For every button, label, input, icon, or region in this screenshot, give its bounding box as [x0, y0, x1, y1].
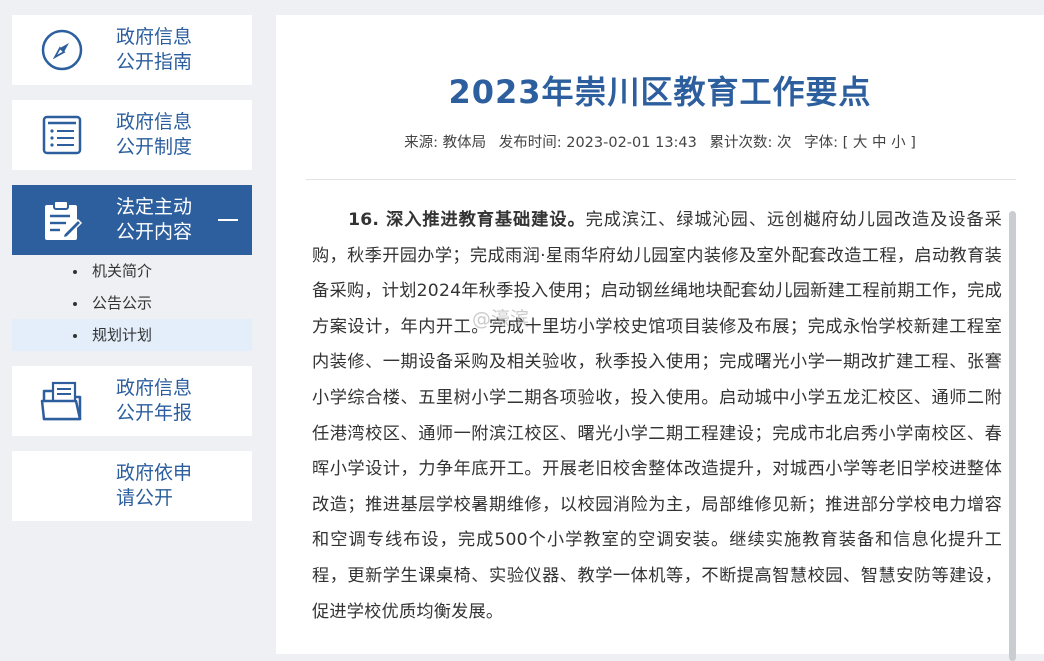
publish-time: 2023-02-01 13:43 — [566, 135, 697, 151]
sidebar-item-annual-report[interactable]: 政府信息 公开年报 — [12, 366, 252, 436]
sidebar-subitem-notices[interactable]: 公告公示 — [12, 287, 252, 319]
font-size-label: 字体: — [804, 135, 838, 151]
collapse-icon[interactable] — [218, 219, 238, 221]
page-title: 2023年崇川区教育工作要点 — [448, 73, 872, 111]
sidebar-item-guide[interactable]: 政府信息 公开指南 — [12, 15, 252, 85]
section-heading: 16. 深入推进教育基础建设。 — [348, 210, 586, 230]
font-size-switcher[interactable]: [ 大 中 小 ] — [843, 135, 916, 151]
clipboard-edit-icon — [40, 198, 84, 242]
sidebar-item-system[interactable]: 政府信息 公开制度 — [12, 100, 252, 170]
sidebar-item-label: 政府信息 公开年报 — [116, 377, 193, 424]
source-label: 来源: — [404, 135, 438, 151]
sidebar-subitem-plans[interactable]: 规划计划 — [12, 319, 252, 351]
article-meta: 来源: 教体局 发布时间: 2023-02-01 13:43 累计次数: 次 字… — [276, 131, 1044, 152]
sidebar-item-label: 政府信息 公开指南 — [116, 26, 193, 73]
sidebar-item-label: 法定主动 公开内容 — [116, 196, 193, 243]
article-body: 16. 深入推进教育基础建设。完成滨江、绿城沁园、远创樾府幼儿园改造及设备采购，… — [312, 203, 1002, 630]
scrollbar[interactable] — [1009, 211, 1016, 661]
sidebar-item-label: 政府依申 请公开 — [116, 462, 193, 509]
folder-document-icon — [40, 379, 84, 423]
publish-label: 发布时间: — [498, 135, 562, 151]
views-unit: 次 — [777, 135, 792, 151]
list-document-icon — [40, 113, 84, 157]
divider — [306, 179, 1016, 180]
main-content: 2023年崇川区教育工作要点 来源: 教体局 发布时间: 2023-02-01 … — [276, 15, 1044, 661]
sidebar-item-statutory[interactable]: 法定主动 公开内容 — [12, 185, 252, 255]
sidebar-item-apply[interactable]: 政府依申 请公开 — [12, 451, 252, 521]
sidebar-item-label: 政府信息 公开制度 — [116, 111, 193, 158]
paragraph-text: 完成滨江、绿城沁园、远创樾府幼儿园改造及设备采购，秋季开园办学；完成雨润·星雨华… — [312, 210, 1002, 622]
sidebar-subitem-org-intro[interactable]: 机关简介 — [12, 255, 252, 287]
compass-icon — [40, 28, 84, 72]
views-label: 累计次数: — [709, 135, 773, 151]
source-value: 教体局 — [442, 135, 487, 151]
article-paragraph: 16. 深入推进教育基础建设。完成滨江、绿城沁园、远创樾府幼儿园改造及设备采购，… — [312, 203, 1002, 630]
